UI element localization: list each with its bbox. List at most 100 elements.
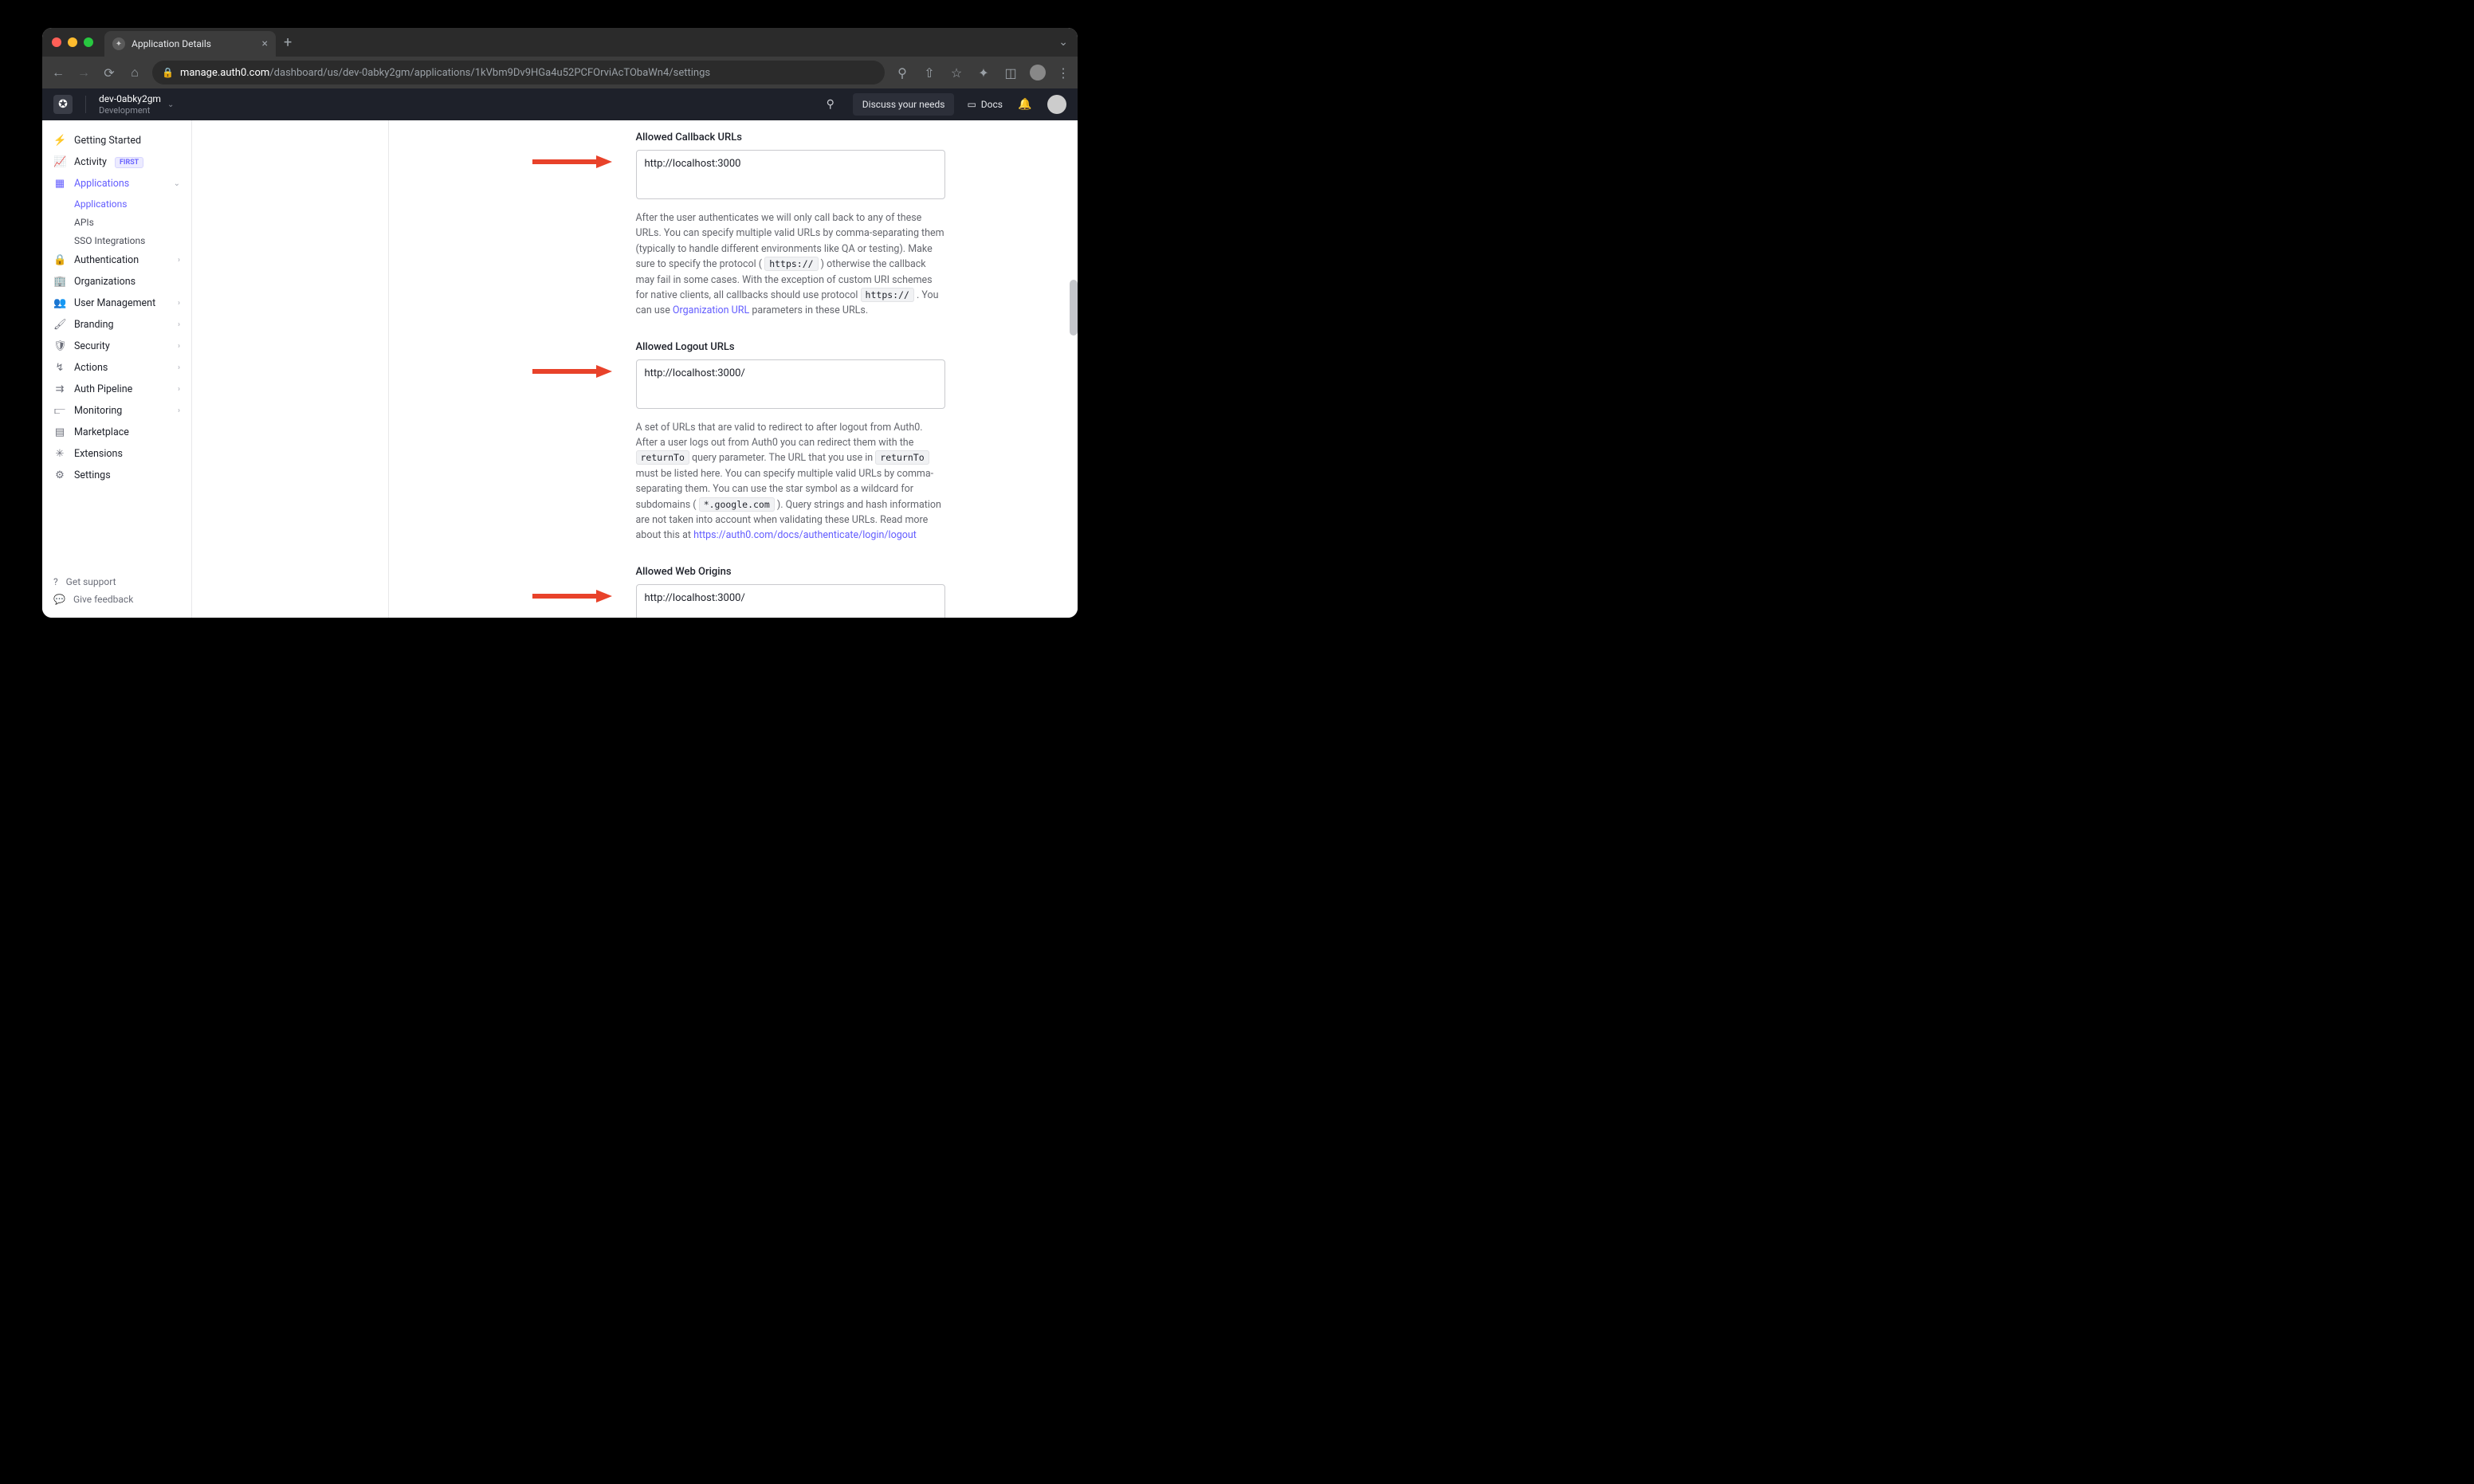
docs-link[interactable]: ▭ Docs [967,99,1003,110]
chevron-right-icon: › [178,342,180,351]
puzzle-icon: ✳ [53,448,66,460]
chevron-right-icon: › [178,256,180,265]
back-button[interactable]: ← [50,65,66,80]
url-path: /dashboard/us/dev-0abky2gm/applications/… [269,67,710,79]
extensions-icon[interactable]: ✦ [976,65,992,80]
lock-icon: 🔒 [162,67,174,78]
grid-icon: ▤ [53,426,66,438]
address-bar[interactable]: 🔒 manage.auth0.com/dashboard/us/dev-0abk… [152,61,885,84]
shield-icon: 🛡 [53,340,66,352]
zoom-icon[interactable]: ⚲ [894,65,910,80]
sidebar-item-branding[interactable]: 🖌 Branding › [42,314,191,336]
panel-icon[interactable]: ◫ [1003,65,1019,80]
notifications-button[interactable]: 🔔 [1015,98,1035,111]
field-label: Allowed Callback URLs [636,132,994,143]
window-controls [52,37,93,47]
allowed-logout-urls-input[interactable] [636,359,945,409]
lock-icon: 🔒 [53,254,66,266]
bars-icon: ⫍ [53,405,66,417]
chevron-down-icon: ⌄ [174,179,180,188]
content-area: Allowed Callback URLs After the user aut… [192,120,1078,618]
tab-title: Application Details [132,38,256,49]
field-allowed-logout-urls: Allowed Logout URLs A set of URLs that a… [636,341,994,544]
sidebar-item-actions[interactable]: ↯ Actions › [42,357,191,379]
chevron-right-icon: › [178,299,180,308]
home-button[interactable]: ⌂ [127,65,143,80]
building-icon: 🏢 [53,276,66,288]
window-close-button[interactable] [52,37,61,47]
app-body: ⚡ Getting Started 📈 Activity FIRST ▦ App… [42,120,1078,618]
users-icon: 👥 [53,297,66,309]
allowed-web-origins-input[interactable] [636,584,945,618]
allowed-callback-urls-input[interactable] [636,150,945,199]
tab-favicon-icon: ✦ [112,37,125,50]
field-allowed-callback-urls: Allowed Callback URLs After the user aut… [636,132,994,319]
sidebar-item-authentication[interactable]: 🔒 Authentication › [42,249,191,271]
browser-tab[interactable]: ✦ Application Details × [104,31,276,57]
sidebar-item-getting-started[interactable]: ⚡ Getting Started [42,130,191,151]
share-icon[interactable]: ⇧ [921,65,937,80]
search-button[interactable]: ⚲ [821,98,840,111]
chart-icon: 📈 [53,156,66,168]
tenant-switcher[interactable]: dev-0abky2gm Development ⌄ [99,93,174,116]
user-avatar[interactable] [1047,95,1066,114]
help-icon: ? [53,576,58,587]
sidebar-item-activity[interactable]: 📈 Activity FIRST [42,151,191,173]
apps-icon: ▦ [53,178,66,190]
pipeline-icon: ⇉ [53,383,66,395]
sidebar-item-user-management[interactable]: 👥 User Management › [42,292,191,314]
sidebar-item-monitoring[interactable]: ⫍ Monitoring › [42,400,191,422]
reload-button[interactable]: ⟳ [101,65,117,80]
window-maximize-button[interactable] [84,37,93,47]
sidebar-item-auth-pipeline[interactable]: ⇉ Auth Pipeline › [42,379,191,400]
annotation-arrow-icon [532,154,612,170]
field-label: Allowed Web Origins [636,566,994,578]
profile-avatar-icon[interactable] [1030,65,1046,80]
flow-icon: ↯ [53,362,66,374]
toolbar-actions: ⚲ ⇧ ☆ ✦ ◫ ⋮ [894,65,1070,80]
browser-window: ✦ Application Details × + ⌄ ← → ⟳ ⌂ 🔒 ma… [42,28,1078,618]
sidebar-item-applications[interactable]: ▦ Applications ⌄ [42,173,191,194]
organization-url-link[interactable]: Organization URL [673,304,749,316]
window-minimize-button[interactable] [68,37,77,47]
chevron-right-icon: › [178,320,180,329]
field-label: Allowed Logout URLs [636,341,994,353]
chat-icon: 💬 [53,594,65,605]
bookmark-icon[interactable]: ☆ [948,65,964,80]
auth0-logo-icon[interactable]: ✪ [53,95,73,114]
first-badge: FIRST [115,157,143,168]
sidebar-sub-apis[interactable]: APIs [42,213,191,231]
tabs-overflow-button[interactable]: ⌄ [1058,36,1068,49]
annotation-arrow-icon [532,363,612,379]
tenant-name: dev-0abky2gm [99,93,161,105]
field-allowed-web-origins: Allowed Web Origins Comma-separated list… [636,566,994,618]
chevron-right-icon: › [178,363,180,372]
chevron-right-icon: › [178,406,180,415]
sidebar-item-organizations[interactable]: 🏢 Organizations [42,271,191,292]
browser-toolbar: ← → ⟳ ⌂ 🔒 manage.auth0.com/dashboard/us/… [42,57,1078,88]
url-host: manage.auth0.com [180,67,269,79]
chevron-right-icon: › [178,385,180,394]
get-support-link[interactable]: ? Get support [42,573,191,591]
sidebar-item-settings[interactable]: ⚙ Settings [42,465,191,486]
discuss-needs-button[interactable]: Discuss your needs [853,93,955,116]
book-icon: ▭ [967,99,976,110]
sidebar-footer: ? Get support 💬 Give feedback [42,567,191,618]
sidebar-item-extensions[interactable]: ✳ Extensions [42,443,191,465]
forward-button[interactable]: → [76,65,92,80]
sidebar-item-marketplace[interactable]: ▤ Marketplace [42,422,191,443]
browser-menu-button[interactable]: ⋮ [1057,65,1070,80]
app-header: ✪ dev-0abky2gm Development ⌄ ⚲ Discuss y… [42,88,1078,120]
logout-docs-link[interactable]: https://auth0.com/docs/authenticate/logi… [693,529,917,541]
annotation-arrow-icon [532,588,612,604]
sidebar: ⚡ Getting Started 📈 Activity FIRST ▦ App… [42,120,192,618]
help-text: A set of URLs that are valid to redirect… [636,420,945,544]
sidebar-sub-applications[interactable]: Applications [42,194,191,213]
give-feedback-link[interactable]: 💬 Give feedback [42,591,191,608]
bolt-icon: ⚡ [53,135,66,147]
sidebar-item-security[interactable]: 🛡 Security › [42,336,191,357]
tab-close-button[interactable]: × [262,37,268,50]
sidebar-sub-sso[interactable]: SSO Integrations [42,231,191,249]
new-tab-button[interactable]: + [284,34,292,51]
tenant-env: Development [99,105,161,116]
